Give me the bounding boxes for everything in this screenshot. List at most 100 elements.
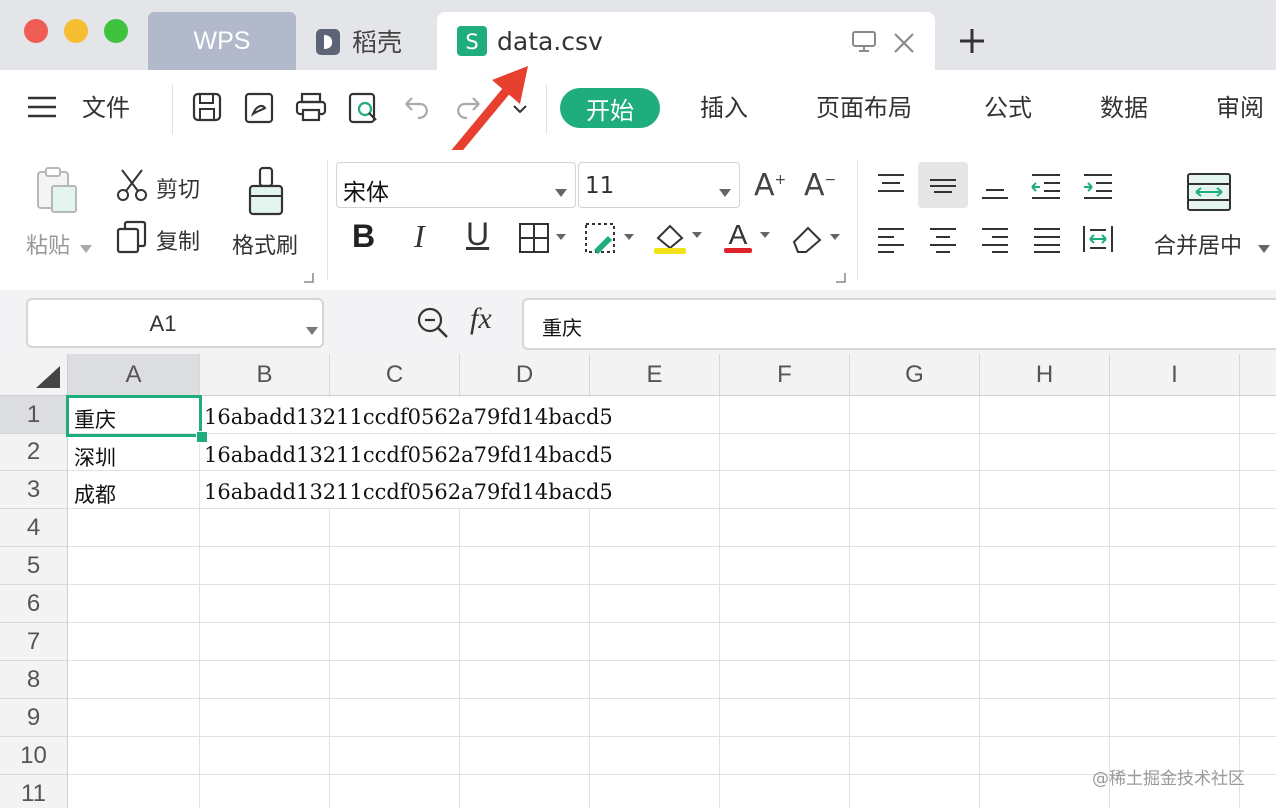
- cell-a2[interactable]: 深圳: [74, 442, 116, 472]
- tab-insert[interactable]: 插入: [700, 88, 748, 123]
- row-header-10[interactable]: 10: [0, 737, 68, 775]
- align-right-icon[interactable]: [980, 226, 1010, 258]
- zoom-search-icon[interactable]: [416, 306, 450, 344]
- column-header-a[interactable]: A: [68, 354, 200, 396]
- italic-button[interactable]: I: [414, 218, 425, 255]
- scissors-icon[interactable]: [116, 168, 148, 206]
- align-left-icon[interactable]: [876, 226, 906, 258]
- align-bottom-icon[interactable]: [980, 174, 1010, 206]
- font-name-value: 宋体: [343, 180, 389, 206]
- print-preview-icon[interactable]: [348, 92, 380, 128]
- row-header-4[interactable]: 4: [0, 509, 68, 547]
- column-header-c[interactable]: C: [330, 354, 460, 396]
- cell-a3[interactable]: 成都: [74, 479, 116, 509]
- format-painter-label[interactable]: 格式刷: [232, 228, 298, 260]
- tab-formulas[interactable]: 公式: [984, 88, 1032, 123]
- cell-style-icon[interactable]: [584, 222, 638, 260]
- new-tab-plus-icon[interactable]: [958, 27, 986, 59]
- print-icon[interactable]: [295, 92, 327, 126]
- clipboard-expand-icon[interactable]: [304, 268, 314, 287]
- monitor-icon[interactable]: [851, 30, 877, 60]
- align-center-icon[interactable]: [928, 226, 958, 258]
- paste-icon[interactable]: [36, 166, 80, 218]
- copy-icon[interactable]: [116, 220, 148, 258]
- justify-icon[interactable]: [1032, 226, 1062, 258]
- format-painter-icon[interactable]: [248, 166, 284, 220]
- close-window-button[interactable]: [24, 19, 48, 43]
- increase-font-size-icon[interactable]: A+: [754, 168, 786, 203]
- eraser-clear-icon[interactable]: [790, 222, 844, 258]
- bold-button[interactable]: B: [352, 218, 375, 255]
- column-header-h[interactable]: H: [980, 354, 1110, 396]
- undo-icon[interactable]: [402, 96, 430, 124]
- ribbon: 粘贴 剪切 复制 格式刷 宋体 11 A+ A− B I U A 合并居中: [0, 150, 1276, 290]
- tab-wps-label: WPS: [193, 26, 251, 55]
- save-icon[interactable]: [192, 92, 222, 126]
- font-name-select[interactable]: 宋体: [336, 162, 576, 208]
- close-tab-icon[interactable]: [893, 31, 915, 60]
- row-header-3[interactable]: 3: [0, 471, 68, 509]
- cut-label[interactable]: 剪切: [156, 172, 200, 204]
- row-header-1[interactable]: 1: [0, 396, 68, 434]
- tab-daoke[interactable]: 稻壳: [300, 12, 434, 70]
- tab-wps[interactable]: WPS: [148, 12, 296, 70]
- cell-b1[interactable]: 16abadd13211ccdf0562a79fd14bacd5: [204, 405, 613, 429]
- spreadsheet-grid: A B C D E F G H I 1 2 3 4 5 6 7 8 9 10 1…: [0, 354, 1276, 808]
- distributed-align-icon[interactable]: [1082, 224, 1114, 258]
- merge-chevron-down-icon[interactable]: [1258, 238, 1270, 257]
- font-size-select[interactable]: 11: [578, 162, 740, 208]
- title-bar: WPS 稻壳 S data.csv: [0, 0, 1276, 70]
- font-expand-icon[interactable]: [836, 268, 846, 287]
- column-header-f[interactable]: F: [720, 354, 850, 396]
- row-header-8[interactable]: 8: [0, 661, 68, 699]
- row-header-2[interactable]: 2: [0, 434, 68, 471]
- fx-icon[interactable]: fx: [470, 302, 492, 336]
- column-header-g[interactable]: G: [850, 354, 980, 396]
- svg-text:A: A: [729, 220, 748, 250]
- column-header-b[interactable]: B: [200, 354, 330, 396]
- fill-handle[interactable]: [196, 431, 208, 443]
- row-header-9[interactable]: 9: [0, 699, 68, 737]
- row-header-11[interactable]: 11: [0, 775, 68, 808]
- row-header-7[interactable]: 7: [0, 623, 68, 661]
- row-header-5[interactable]: 5: [0, 547, 68, 585]
- watermark-text: @稀土掘金技术社区: [1092, 769, 1245, 789]
- borders-icon[interactable]: [518, 222, 570, 258]
- cell-b2[interactable]: 16abadd13211ccdf0562a79fd14bacd5: [204, 443, 613, 467]
- decrease-font-size-icon[interactable]: A−: [804, 168, 836, 203]
- file-menu[interactable]: 文件: [82, 88, 130, 123]
- paste-chevron-down-icon[interactable]: [80, 238, 92, 257]
- fill-color-icon[interactable]: [652, 220, 706, 260]
- column-header-d[interactable]: D: [460, 354, 590, 396]
- copy-label[interactable]: 复制: [156, 224, 200, 256]
- tab-page-layout[interactable]: 页面布局: [816, 88, 912, 123]
- spreadsheet-icon: S: [457, 26, 487, 56]
- select-all-corner[interactable]: [0, 354, 68, 396]
- minimize-window-button[interactable]: [64, 19, 88, 43]
- name-box[interactable]: A1: [26, 298, 324, 348]
- zoom-window-button[interactable]: [104, 19, 128, 43]
- hamburger-menu-icon[interactable]: [28, 96, 56, 122]
- cell-b3[interactable]: 16abadd13211ccdf0562a79fd14bacd5: [204, 480, 613, 504]
- formula-input[interactable]: 重庆: [522, 298, 1276, 350]
- formula-input-value: 重庆: [542, 316, 582, 340]
- tab-home[interactable]: 开始: [560, 88, 660, 128]
- merge-center-icon[interactable]: [1186, 172, 1232, 216]
- tab-review[interactable]: 审阅: [1216, 88, 1264, 123]
- decrease-indent-icon[interactable]: [1030, 172, 1062, 204]
- chevron-down-icon: [306, 320, 318, 339]
- column-header-e[interactable]: E: [590, 354, 720, 396]
- underline-button[interactable]: U: [466, 216, 489, 253]
- divider: [327, 160, 328, 280]
- align-top-icon[interactable]: [876, 172, 906, 204]
- align-middle-button[interactable]: [918, 162, 968, 208]
- column-header-i[interactable]: I: [1110, 354, 1240, 396]
- increase-indent-icon[interactable]: [1082, 172, 1114, 204]
- merge-center-label[interactable]: 合并居中: [1154, 228, 1242, 260]
- export-pdf-icon[interactable]: [244, 92, 274, 128]
- tab-data[interactable]: 数据: [1100, 88, 1148, 123]
- paste-label[interactable]: 粘贴: [26, 228, 70, 260]
- column-header-next[interactable]: [1240, 354, 1276, 396]
- font-color-icon[interactable]: A: [722, 219, 776, 260]
- row-header-6[interactable]: 6: [0, 585, 68, 623]
